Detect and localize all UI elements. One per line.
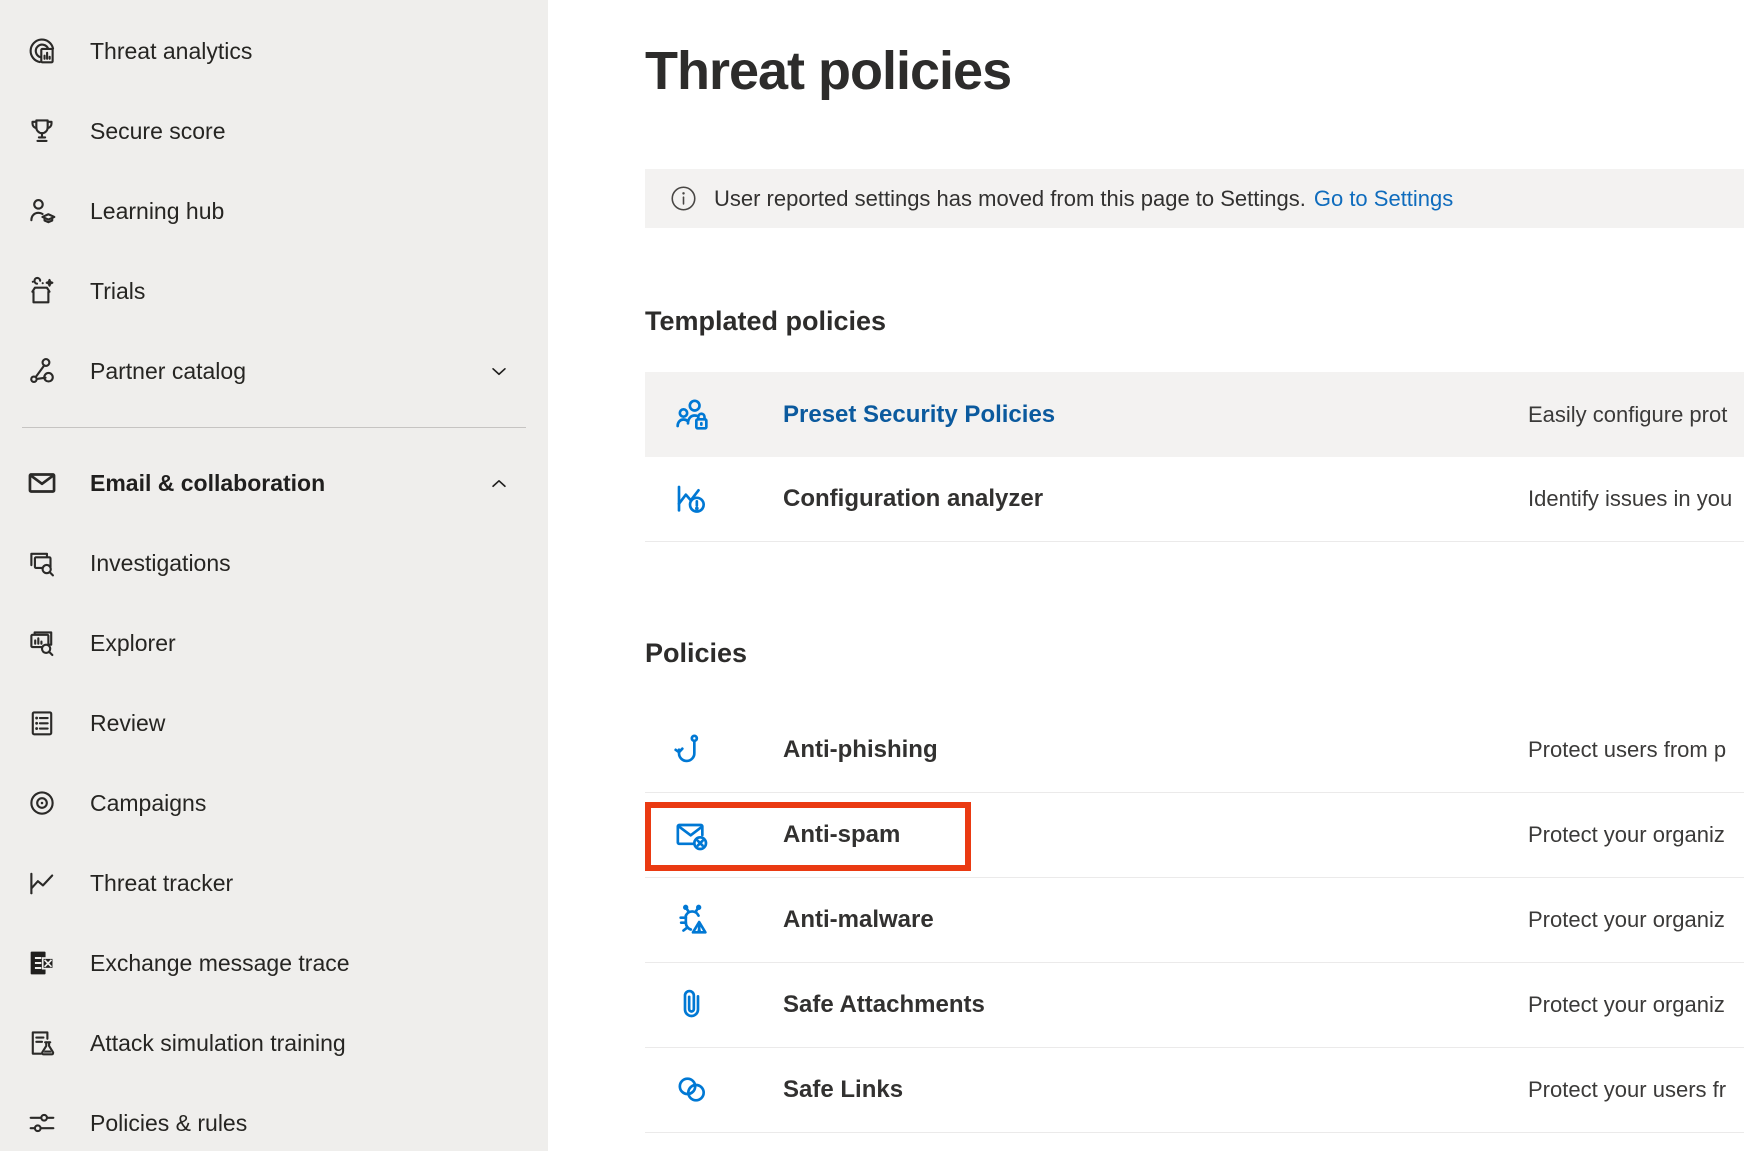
investigations-icon — [24, 545, 60, 581]
explorer-icon — [24, 625, 60, 661]
sidebar-item-email-collaboration[interactable]: Email & collaboration — [0, 443, 548, 523]
preset-security-policies-icon — [672, 395, 712, 435]
mail-icon — [24, 465, 60, 501]
sidebar-item-secure-score[interactable]: Secure score — [0, 91, 548, 171]
templated-policies-heading: Templated policies — [645, 306, 886, 337]
trophy-icon — [24, 113, 60, 149]
anti-spam-icon — [672, 815, 712, 855]
chevron-up-icon[interactable] — [486, 470, 512, 496]
row-label: Configuration analyzer — [783, 485, 1043, 513]
threat-analytics-icon — [24, 33, 60, 69]
sidebar-item-attack-simulation-training[interactable]: Attack simulation training — [0, 1003, 548, 1083]
info-icon — [670, 185, 697, 212]
attack-simulation-icon — [24, 1025, 60, 1061]
sidebar-item-explorer[interactable]: Explorer — [0, 603, 548, 683]
row-anti-phishing[interactable]: Anti-phishing Protect users from p — [645, 708, 1744, 793]
row-label: Anti-phishing — [783, 736, 938, 764]
row-description: Easily configure prot — [1528, 402, 1727, 428]
go-to-settings-link[interactable]: Go to Settings — [1314, 186, 1453, 212]
main-content: Threat policies User reported settings h… — [548, 0, 1744, 1151]
banner-text: User reported settings has moved from th… — [714, 186, 1306, 212]
sidebar-item-label: Threat analytics — [90, 38, 512, 65]
sidebar-item-label: Partner catalog — [90, 358, 456, 385]
row-description: Protect your organiz — [1528, 822, 1725, 848]
row-label: Preset Security Policies — [783, 401, 1055, 429]
sidebar-item-threat-tracker[interactable]: Threat tracker — [0, 843, 548, 923]
row-description: Protect your organiz — [1528, 992, 1725, 1018]
sidebar-item-learning-hub[interactable]: Learning hub — [0, 171, 548, 251]
row-anti-spam[interactable]: Anti-spam Protect your organiz — [645, 793, 1744, 878]
row-label: Anti-malware — [783, 906, 934, 934]
configuration-analyzer-icon — [672, 479, 712, 519]
safe-links-icon — [672, 1070, 712, 1110]
sidebar-item-label: Explorer — [90, 630, 512, 657]
sidebar-item-exchange-message-trace[interactable]: Exchange message trace — [0, 923, 548, 1003]
row-safe-links[interactable]: Safe Links Protect your users fr — [645, 1048, 1744, 1133]
row-label: Anti-spam — [783, 821, 900, 849]
sidebar-item-investigations[interactable]: Investigations — [0, 523, 548, 603]
row-preset-security-policies[interactable]: Preset Security Policies Easily configur… — [645, 372, 1744, 457]
row-anti-malware[interactable]: Anti-malware Protect your organiz — [645, 878, 1744, 963]
sidebar-item-label: Review — [90, 710, 512, 737]
sidebar-item-label: Learning hub — [90, 198, 512, 225]
row-description: Protect users from p — [1528, 737, 1726, 763]
anti-malware-bug-icon — [672, 900, 712, 940]
row-label: Safe Attachments — [783, 991, 985, 1019]
paperclip-icon — [672, 985, 712, 1025]
sidebar-item-label: Secure score — [90, 118, 512, 145]
row-safe-attachments[interactable]: Safe Attachments Protect your organiz — [645, 963, 1744, 1048]
sidebar-divider — [22, 427, 526, 428]
row-description: Identify issues in you — [1528, 486, 1732, 512]
sidebar-item-label: Threat tracker — [90, 870, 512, 897]
sidebar-item-threat-analytics[interactable]: Threat analytics — [0, 11, 548, 91]
info-banner: User reported settings has moved from th… — [645, 169, 1744, 228]
sidebar-item-label: Exchange message trace — [90, 950, 512, 977]
sidebar-item-label: Policies & rules — [90, 1110, 512, 1137]
sidebar-item-policies-rules[interactable]: Policies & rules — [0, 1083, 548, 1163]
review-icon — [24, 705, 60, 741]
sidebar-nav: Threat analytics Secure score Learning h… — [0, 0, 548, 1151]
sidebar-item-label: Campaigns — [90, 790, 512, 817]
campaigns-icon — [24, 785, 60, 821]
row-description: Protect your organiz — [1528, 907, 1725, 933]
sidebar-item-review[interactable]: Review — [0, 683, 548, 763]
row-configuration-analyzer[interactable]: Configuration analyzer Identify issues i… — [645, 457, 1744, 542]
trials-icon — [24, 273, 60, 309]
filter-sliders-icon — [24, 1105, 60, 1141]
templated-policies-list: Preset Security Policies Easily configur… — [645, 372, 1744, 542]
policies-heading: Policies — [645, 638, 747, 669]
page-title: Threat policies — [645, 40, 1011, 102]
learning-hub-icon — [24, 193, 60, 229]
sidebar-item-label: Email & collaboration — [90, 470, 456, 497]
sidebar-item-label: Investigations — [90, 550, 512, 577]
sidebar-item-label: Trials — [90, 278, 512, 305]
exchange-icon — [24, 945, 60, 981]
partner-catalog-icon — [24, 353, 60, 389]
row-description: Protect your users fr — [1528, 1077, 1726, 1103]
chevron-down-icon[interactable] — [486, 358, 512, 384]
row-label: Safe Links — [783, 1076, 903, 1104]
sidebar-item-trials[interactable]: Trials — [0, 251, 548, 331]
threat-tracker-icon — [24, 865, 60, 901]
sidebar-item-campaigns[interactable]: Campaigns — [0, 763, 548, 843]
policies-list: Anti-phishing Protect users from p Anti-… — [645, 708, 1744, 1133]
sidebar-item-label: Attack simulation training — [90, 1030, 512, 1057]
sidebar-item-partner-catalog[interactable]: Partner catalog — [0, 331, 548, 411]
anti-phishing-hook-icon — [672, 730, 712, 770]
